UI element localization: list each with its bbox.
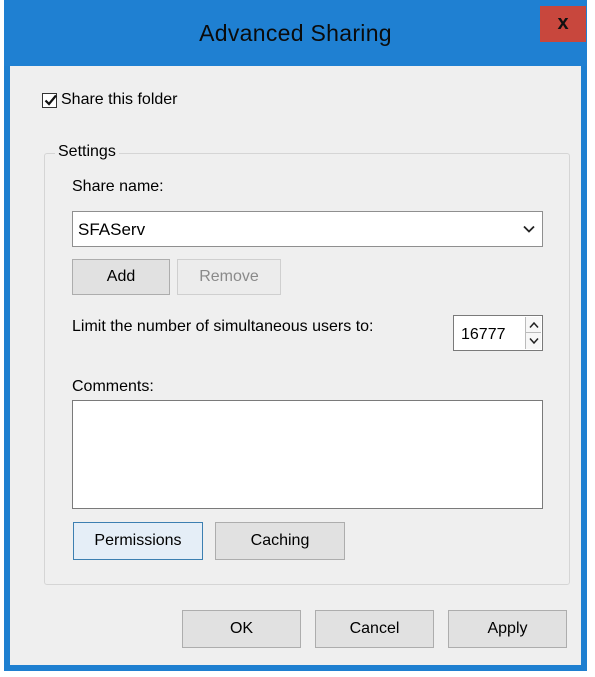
check-icon xyxy=(44,94,57,106)
comments-label: Comments: xyxy=(72,378,154,395)
share-name-combobox[interactable]: SFAServ xyxy=(72,211,543,247)
advanced-sharing-window: Advanced Sharing x Share this folder Set… xyxy=(4,0,587,671)
user-limit-value: 16777 xyxy=(461,326,506,343)
add-button[interactable]: Add xyxy=(72,259,170,295)
title-bar[interactable]: Advanced Sharing x xyxy=(4,0,587,66)
user-limit-spinner[interactable]: 16777 xyxy=(453,315,543,351)
comments-textarea[interactable] xyxy=(72,400,543,509)
limit-users-label: Limit the number of simultaneous users t… xyxy=(72,318,374,335)
chevron-down-icon xyxy=(529,338,539,345)
share-name-label: Share name: xyxy=(72,178,164,195)
share-folder-label: Share this folder xyxy=(61,91,178,108)
settings-group-label: Settings xyxy=(55,143,119,161)
spin-up-button[interactable] xyxy=(525,317,541,333)
chevron-down-icon xyxy=(523,225,535,233)
chevron-up-icon xyxy=(529,321,539,328)
window-title: Advanced Sharing xyxy=(199,20,392,46)
close-button[interactable]: x xyxy=(540,6,586,42)
ok-button[interactable]: OK xyxy=(182,610,301,648)
remove-button[interactable]: Remove xyxy=(177,259,281,295)
caching-button[interactable]: Caching xyxy=(215,522,345,560)
apply-button[interactable]: Apply xyxy=(448,610,567,648)
share-folder-row[interactable]: Share this folder xyxy=(42,91,178,109)
spin-down-button[interactable] xyxy=(525,333,541,349)
share-folder-checkbox[interactable] xyxy=(42,92,57,108)
dialog-body: Share this folder Settings Share name: S… xyxy=(10,66,581,665)
cancel-button[interactable]: Cancel xyxy=(315,610,434,648)
permissions-button[interactable]: Permissions xyxy=(73,522,203,560)
share-name-value: SFAServ xyxy=(78,220,146,239)
